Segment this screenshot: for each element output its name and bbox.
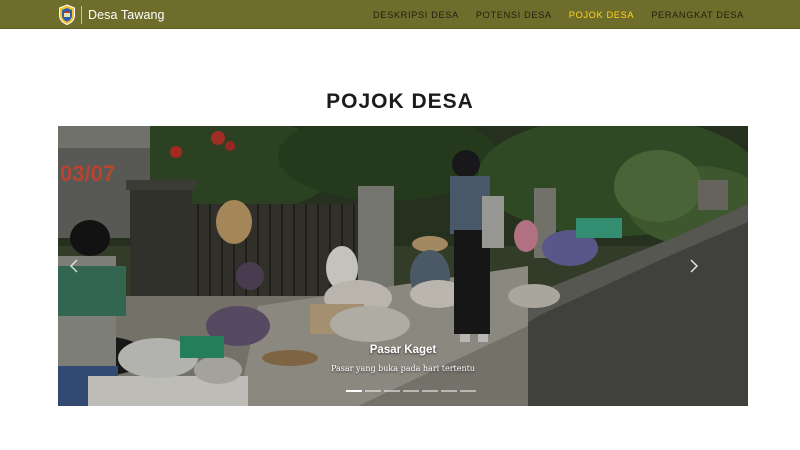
navbar: Desa Tawang DESKRIPSI DESA POTENSI DESA … (0, 0, 800, 29)
carousel-indicator[interactable] (365, 390, 381, 392)
chevron-left-icon (69, 259, 78, 273)
nav-link-potensi-desa[interactable]: POTENSI DESA (476, 10, 552, 20)
nav-link-pojok-desa[interactable]: POJOK DESA (569, 10, 634, 20)
carousel-indicator[interactable] (441, 390, 457, 392)
slide-title: Pasar Kaget (369, 344, 437, 356)
slide-description: Pasar yang buka pada hari tertentu (331, 364, 475, 373)
chevron-right-icon (690, 259, 699, 273)
carousel: 03/07 Pasar Kaget Pasar yang buka pada h… (58, 126, 748, 406)
carousel-next-button[interactable] (686, 254, 702, 278)
nav-menu: DESKRIPSI DESA POTENSI DESA POJOK DESA P… (356, 0, 744, 29)
carousel-indicator[interactable] (346, 390, 362, 392)
carousel-indicator[interactable] (422, 390, 438, 392)
brand-divider (81, 5, 82, 24)
nav-link-deskripsi-desa[interactable]: DESKRIPSI DESA (373, 10, 459, 20)
carousel-indicator[interactable] (403, 390, 419, 392)
brand-name: Desa Tawang (88, 7, 165, 22)
carousel-indicator[interactable] (384, 390, 400, 392)
brand-link[interactable]: Desa Tawang (58, 3, 165, 26)
page-title: POJOK DESA (326, 90, 474, 113)
village-crest-icon (59, 4, 75, 25)
carousel-indicator[interactable] (460, 390, 476, 392)
carousel-prev-button[interactable] (66, 254, 82, 278)
nav-link-perangkat-desa[interactable]: PERANGKAT DESA (651, 10, 744, 20)
carousel-indicators (346, 390, 479, 392)
